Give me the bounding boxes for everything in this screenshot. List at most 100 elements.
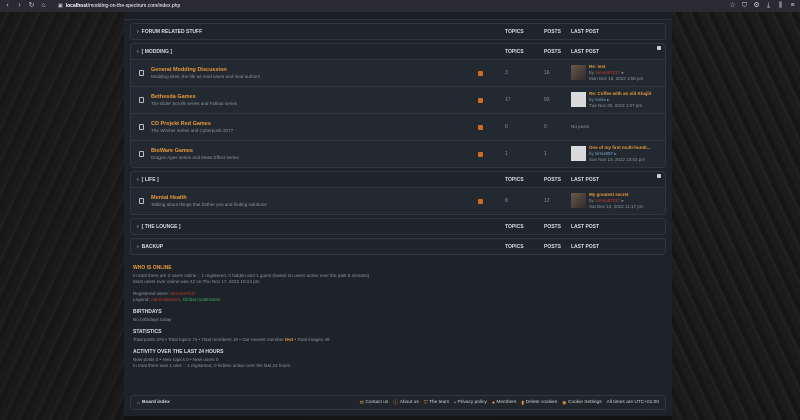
last-post-user-link[interactable]: Aviva	[595, 97, 606, 102]
category-title-link[interactable]: › [ LIFE ]	[137, 177, 505, 183]
stats-section: WHO IS ONLINE In total there are 2 users…	[130, 255, 666, 373]
topics-column-header: TOPICS	[505, 243, 524, 250]
about-link[interactable]: ⓘ About us	[393, 399, 418, 406]
category-box: › [ THE LOUNGE ] TOPICS POSTS LAST POST	[130, 218, 666, 235]
category-header: › [ THE LOUNGE ] TOPICS POSTS LAST POST	[131, 219, 665, 234]
arrow-left-icon[interactable]: ‹	[4, 0, 11, 12]
cookie-settings-label: Cookie Settings	[568, 400, 602, 405]
last-post-user-link[interactable]: Simon87017	[595, 198, 620, 203]
category-header: › BACKUP TOPICS POSTS LAST POST	[131, 239, 665, 254]
category-title-link[interactable]: › FORUM RELATED STUFF	[137, 29, 505, 35]
rss-feed-icon[interactable]	[478, 124, 483, 130]
last-post: Re: Coffee with an old Khajiit by Aviva …	[571, 91, 659, 108]
activity-heading: ACTIVITY OVER THE LAST 24 HOURS	[133, 349, 224, 355]
browser-toolbar: ‹ › ↻ ⌂ ▣ localhost/modding-on-the-spect…	[0, 0, 800, 12]
avatar[interactable]	[571, 92, 586, 108]
view-latest-post-icon[interactable]: ▸	[622, 70, 624, 75]
legend-admin-link[interactable]: Administrators	[151, 297, 180, 302]
rss-feed-icon[interactable]	[478, 70, 483, 76]
envelope-icon: ✉	[359, 399, 364, 406]
posts-column-header: POSTS	[544, 28, 561, 35]
newest-member-link[interactable]: test	[285, 337, 293, 342]
collapse-icon[interactable]	[657, 46, 661, 50]
posts-column-header: POSTS	[544, 223, 561, 230]
forum-read-icon	[137, 96, 145, 104]
avatar[interactable]	[571, 146, 586, 162]
collapse-icon[interactable]	[657, 174, 661, 178]
registered-label: Registered users:	[133, 291, 170, 296]
menu-icon[interactable]: ≡	[789, 0, 796, 12]
legend-mods-link[interactable]: Global moderators	[183, 297, 221, 302]
last-post-column-header: LAST POST	[571, 243, 600, 250]
category-name: [ LIFE ]	[141, 176, 159, 183]
forum-row: BioWare Games Dragon Ages series and Mas…	[131, 140, 665, 167]
home-icon[interactable]: ⌂	[40, 0, 47, 12]
page-info-icon[interactable]: ▣	[58, 3, 63, 9]
reload-icon[interactable]: ↻	[28, 0, 35, 12]
forum-description: The Elder Scrolls series and Fallout ser…	[151, 101, 238, 106]
category-title-link[interactable]: › [ MODDING ]	[137, 49, 505, 55]
shield-icon[interactable]: ⛉	[741, 0, 748, 12]
rss-feed-icon[interactable]	[478, 151, 483, 157]
top-strip	[124, 12, 672, 20]
url-bar[interactable]: ▣ localhost/modding-on-the-spectrum.com/…	[58, 3, 180, 9]
last-post: My greatest secret by Simon87017 ▸ Sat D…	[571, 192, 659, 209]
about-label: About us	[399, 400, 419, 405]
view-latest-post-icon[interactable]: ▸	[614, 151, 616, 156]
forum-description: Modding sites, the life as mod users and…	[151, 74, 261, 79]
forum-title-link[interactable]: Mental Health	[151, 195, 478, 201]
delete-cookies-link[interactable]: ▮ Delete cookies	[521, 400, 557, 406]
forum-title-link[interactable]: CD Projekt Red Games	[151, 121, 478, 127]
topics-column-header: TOPICS	[505, 28, 524, 35]
posts-column-header: POSTS	[544, 48, 561, 55]
topics-column-header: TOPICS	[505, 176, 524, 183]
last-post-column-header: LAST POST	[571, 48, 600, 55]
view-latest-post-icon[interactable]: ▸	[607, 97, 609, 102]
chevron-right-icon: ›	[137, 223, 139, 230]
forum-title-link[interactable]: Bethesda Games	[151, 94, 478, 100]
category-name: FORUM RELATED STUFF	[141, 28, 203, 35]
birthdays-heading: BIRTHDAYS	[133, 309, 162, 315]
last-post-user-link[interactable]: simi1957	[595, 151, 613, 156]
category-header: › FORUM RELATED STUFF TOPICS POSTS LAST …	[131, 24, 665, 39]
extensions-icon[interactable]: ⚙	[753, 0, 760, 12]
forum-read-icon	[137, 197, 145, 205]
category-name: BACKUP	[141, 243, 164, 250]
download-icon[interactable]: ⤓	[765, 0, 772, 12]
privacy-link[interactable]: ▪ Privacy policy	[454, 400, 487, 406]
board-index-label: Board index	[142, 400, 170, 405]
contact-link[interactable]: ✉ Contact us	[360, 400, 389, 406]
forum-description: Dragon Ages series and Mass Effect serie…	[151, 155, 239, 160]
privacy-label: Privacy policy	[457, 400, 487, 405]
library-icon[interactable]: ⫼	[777, 0, 784, 12]
forum-row: General Modding Discussion Modding sites…	[131, 59, 665, 86]
forum-row: Mental Health Talking about things that …	[131, 187, 665, 214]
last-post-user-link[interactable]: Simon87017	[595, 70, 620, 75]
arrow-right-icon[interactable]: ›	[16, 0, 23, 12]
last-post-column-header: LAST POST	[571, 28, 600, 35]
topics-count: 17	[505, 97, 511, 103]
bookmark-star-icon[interactable]: ☆	[729, 0, 736, 12]
who-is-online-heading[interactable]: WHO IS ONLINE	[133, 265, 663, 271]
topics-count: 0	[505, 124, 508, 130]
topics-column-header: TOPICS	[505, 48, 524, 55]
team-link[interactable]: ⛉ The team	[424, 400, 450, 406]
board-index-link[interactable]: ⌂ Board index	[137, 400, 170, 406]
view-latest-post-icon[interactable]: ▸	[622, 198, 624, 203]
members-label: Members	[496, 400, 517, 405]
category-title-link[interactable]: › [ THE LOUNGE ]	[137, 224, 505, 230]
forum-title-link[interactable]: General Modding Discussion	[151, 67, 478, 73]
topics-count: 8	[505, 198, 508, 204]
avatar[interactable]	[571, 65, 586, 81]
legend-label: Legend:	[133, 297, 150, 302]
topics-count: 3	[505, 70, 508, 76]
registered-user-link[interactable]: Simon87017	[170, 291, 196, 296]
cookie-settings-link[interactable]: ◉ Cookie Settings	[562, 400, 601, 406]
rss-feed-icon[interactable]	[478, 97, 483, 103]
rss-feed-icon[interactable]	[478, 198, 483, 204]
avatar[interactable]	[571, 193, 586, 209]
forum-description: The Witcher series and Cyberpunk 2077	[151, 128, 234, 133]
forum-title-link[interactable]: BioWare Games	[151, 148, 478, 154]
category-title-link[interactable]: › BACKUP	[137, 244, 505, 250]
members-link[interactable]: ● Members	[492, 400, 517, 406]
